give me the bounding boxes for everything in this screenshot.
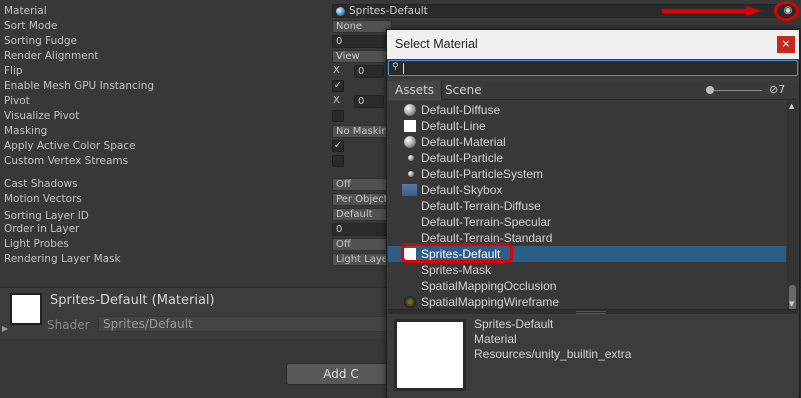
wireframe-material-icon: [404, 296, 416, 308]
list-item[interactable]: Default-Material: [388, 134, 786, 150]
tab-bar: Assets Scene ⊘7: [388, 81, 798, 100]
visualize-pivot-label: Visualize Pivot: [4, 110, 80, 122]
preview-pane: Sprites-Default Material Resources/unity…: [388, 314, 798, 398]
tab-assets[interactable]: Assets: [388, 81, 443, 100]
gpu-instancing-checkbox[interactable]: ✓: [332, 80, 344, 92]
sorting-fudge-label: Sorting Fudge: [4, 35, 78, 47]
item-label: Default-Material: [421, 135, 506, 149]
apply-color-space-checkbox[interactable]: ✓: [332, 140, 344, 152]
list-item[interactable]: SpatialMappingWireframe: [388, 294, 786, 309]
sorting-fudge-input[interactable]: 0: [332, 35, 392, 48]
list-item[interactable]: SpatialMappingOcclusion: [388, 278, 786, 294]
icon-size-slider-track[interactable]: [708, 90, 762, 91]
add-component-button[interactable]: Add C: [286, 363, 396, 385]
search-input[interactable]: ⚲: [388, 60, 798, 76]
flip-x-label: X: [333, 65, 340, 76]
skybox-material-icon: [402, 184, 417, 196]
preview-name: Sprites-Default: [474, 317, 554, 331]
item-label: Default-ParticleSystem: [421, 167, 544, 181]
material-title: Sprites-Default (Material): [50, 293, 215, 308]
search-icon: ⚲: [392, 62, 399, 72]
scroll-up-icon[interactable]: ▲: [789, 102, 794, 110]
annotation-highlight-box: [401, 243, 513, 263]
order-in-layer-input[interactable]: 0: [332, 223, 392, 236]
shader-dropdown[interactable]: Sprites/Default: [98, 316, 398, 332]
pivot-x-input[interactable]: 0: [354, 95, 384, 108]
custom-vertex-streams-label: Custom Vertex Streams: [4, 155, 129, 167]
preview-info: Sprites-Default Material Resources/unity…: [474, 317, 631, 362]
shader-label: Shader: [47, 318, 90, 332]
particle-material-icon: [408, 171, 414, 177]
motion-vectors-label: Motion Vectors: [4, 193, 82, 205]
list-item[interactable]: Default-Skybox: [388, 182, 786, 198]
render-alignment-label: Render Alignment: [4, 50, 99, 62]
cast-shadows-label: Cast Shadows: [4, 178, 78, 190]
list-item[interactable]: Default-Terrain-Specular: [388, 214, 786, 230]
item-label: SpatialMappingOcclusion: [421, 279, 557, 293]
hidden-packages-eye-icon[interactable]: ⊘7: [769, 83, 785, 96]
list-scrollbar[interactable]: ▲ ▼: [787, 101, 798, 309]
material-thumbnail: [10, 293, 42, 325]
material-label: Material: [4, 5, 47, 17]
icon-size-slider-handle[interactable]: [706, 86, 714, 94]
masking-label: Masking: [4, 125, 48, 137]
rendering-layer-mask-label: Rendering Layer Mask: [4, 253, 121, 265]
sort-mode-dropdown[interactable]: None: [332, 20, 392, 33]
custom-vertex-streams-checkbox[interactable]: [332, 155, 344, 167]
order-in-layer-label: Order in Layer: [4, 223, 80, 235]
list-item[interactable]: Default-ParticleSystem: [388, 166, 786, 182]
preview-thumbnail: [394, 319, 466, 391]
select-material-window: Select Material × ⚲ Assets Scene ⊘7 Defa…: [386, 29, 800, 398]
close-icon[interactable]: ×: [777, 36, 795, 53]
item-label: Default-Particle: [421, 151, 504, 165]
text-caret: [403, 63, 404, 74]
sphere-material-icon: [404, 104, 416, 116]
material-field-value: Sprites-Default: [349, 5, 428, 17]
list-item[interactable]: Default-Terrain-Diffuse: [388, 198, 786, 214]
preview-type: Material: [474, 332, 517, 346]
cast-shadows-dropdown[interactable]: Off: [332, 178, 392, 191]
render-alignment-dropdown[interactable]: View: [332, 50, 392, 63]
annotation-arrow-icon: [662, 6, 762, 16]
list-item[interactable]: Default-Particle: [388, 150, 786, 166]
visualize-pivot-checkbox[interactable]: [332, 110, 344, 122]
flip-x-input[interactable]: 0: [354, 65, 384, 78]
list-item[interactable]: Default-Diffuse: [388, 102, 786, 118]
preview-path: Resources/unity_builtin_extra: [474, 347, 632, 361]
sorting-layer-dropdown[interactable]: Default: [332, 208, 392, 221]
window-title: Select Material: [387, 30, 799, 59]
item-label: Default-Line: [421, 119, 486, 133]
rendering-layer-mask-dropdown[interactable]: Light Laye: [332, 253, 392, 266]
item-label: Default-Terrain-Specular: [421, 215, 552, 229]
item-label: Default-Skybox: [421, 183, 503, 197]
asset-list: Default-Diffuse Default-Line Default-Mat…: [388, 101, 798, 309]
list-item[interactable]: Default-Line: [388, 118, 786, 134]
gpu-instancing-label: Enable Mesh GPU Instancing: [4, 80, 155, 92]
light-probes-label: Light Probes: [4, 238, 69, 250]
item-label: Default-Diffuse: [421, 103, 501, 117]
pivot-x-label: X: [333, 95, 340, 106]
sphere-material-icon: [404, 136, 416, 148]
item-label: Sprites-Mask: [421, 263, 492, 277]
hidden-packages-count: 7: [778, 83, 786, 96]
foldout-arrow-icon[interactable]: ▶: [2, 324, 8, 333]
tab-scene[interactable]: Scene: [438, 81, 489, 100]
sort-mode-label: Sort Mode: [4, 20, 58, 32]
apply-color-space-label: Apply Active Color Space: [4, 140, 136, 152]
item-label: Default-Terrain-Diffuse: [421, 199, 541, 213]
material-icon: [336, 7, 345, 16]
item-label: SpatialMappingWireframe: [421, 295, 560, 309]
annotation-circle: [774, 1, 799, 21]
motion-vectors-dropdown[interactable]: Per Object: [332, 193, 392, 206]
particle-material-icon: [408, 155, 414, 161]
white-material-icon: [404, 120, 416, 132]
masking-dropdown[interactable]: No Maskin: [332, 125, 392, 138]
light-probes-dropdown[interactable]: Off: [332, 238, 392, 251]
pivot-label: Pivot: [4, 95, 30, 107]
scroll-down-icon[interactable]: ▼: [789, 300, 794, 308]
list-item[interactable]: Sprites-Mask: [388, 262, 786, 278]
flip-label: Flip: [4, 65, 23, 77]
